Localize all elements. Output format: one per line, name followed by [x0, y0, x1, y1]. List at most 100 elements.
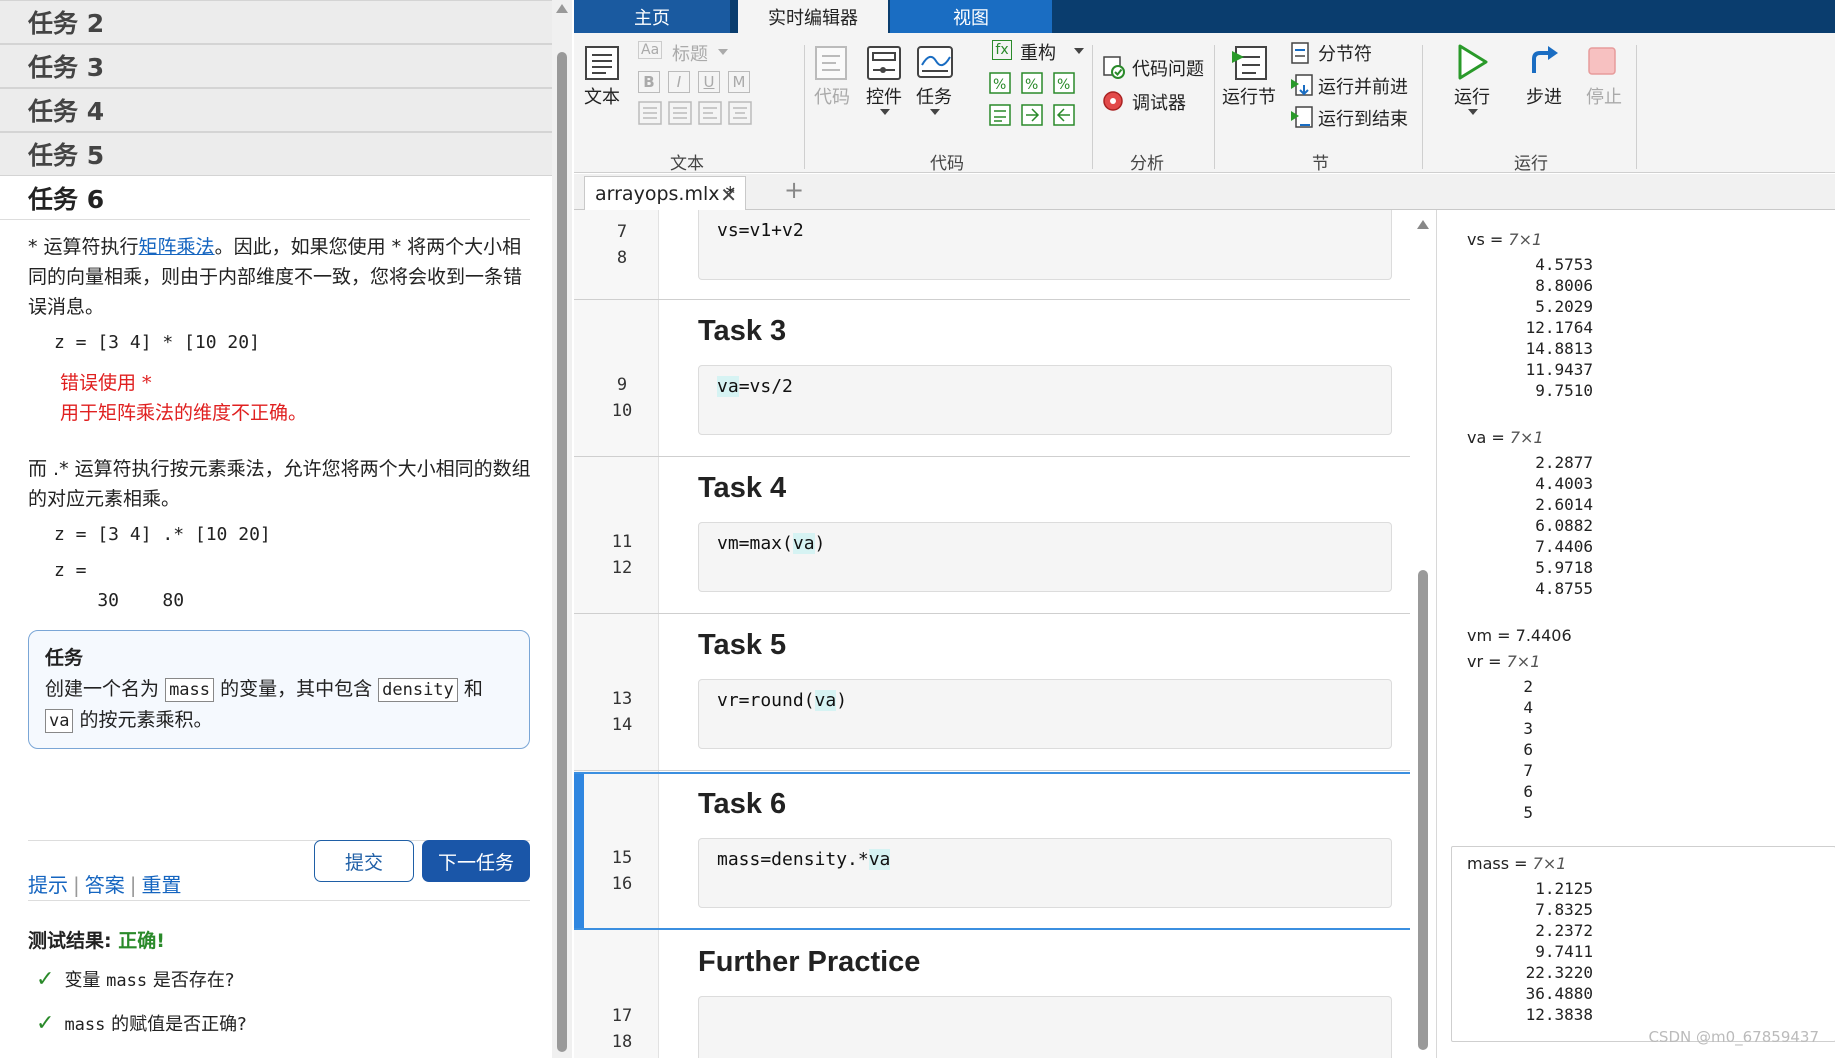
debugger-icon[interactable]: [1102, 89, 1126, 113]
task-header-3[interactable]: 任务 3: [0, 44, 552, 88]
tab-view[interactable]: 视图: [890, 0, 1052, 33]
hint-link[interactable]: 提示: [28, 873, 68, 897]
stop-button[interactable]: 停止: [1586, 83, 1622, 109]
chevron-down-icon[interactable]: [1074, 48, 1084, 54]
editor-scrollbar[interactable]: [1412, 210, 1434, 1058]
section-break-icon[interactable]: [1290, 41, 1312, 65]
task-box-title: 任务: [45, 647, 84, 669]
output-vr-value: 7: [1523, 761, 1533, 780]
run-advance-button[interactable]: 运行并前进: [1318, 73, 1408, 99]
left-scrollbar[interactable]: [552, 0, 572, 1058]
run-section-button[interactable]: 运行节: [1222, 83, 1276, 109]
output-vr-header: vr = 7×1: [1467, 652, 1541, 671]
bold-icon[interactable]: B: [638, 71, 660, 93]
code-block[interactable]: [698, 996, 1392, 1058]
task-text-2: 的变量，其中包含: [220, 678, 373, 700]
answer-link[interactable]: 答案: [85, 873, 125, 897]
divider: [28, 900, 530, 901]
ribbon-tabbar: 主页 实时编辑器 视图: [574, 0, 1835, 33]
code-issues-icon[interactable]: [1102, 55, 1126, 79]
run-to-end-icon[interactable]: [1290, 105, 1314, 129]
task-header-4[interactable]: 任务 4: [0, 88, 552, 132]
debugger-button[interactable]: 调试器: [1132, 89, 1186, 115]
heading-dropdown[interactable]: 标题: [672, 40, 708, 66]
code-block[interactable]: vr=round(va): [698, 679, 1392, 749]
section-block[interactable]: Task 5 13 14 vr=round(va): [574, 615, 1410, 771]
reset-link[interactable]: 重置: [142, 873, 182, 897]
refactor-icon[interactable]: fx: [992, 40, 1012, 60]
line-number: 7: [616, 222, 628, 242]
run-advance-icon[interactable]: [1290, 73, 1314, 97]
code-block[interactable]: vs=v1+v2: [698, 210, 1392, 280]
text-document-icon[interactable]: [584, 45, 620, 81]
code-example-3: z =: [54, 560, 87, 581]
task-text-3: 和: [463, 678, 483, 700]
scroll-thumb[interactable]: [557, 52, 567, 1052]
next-task-button[interactable]: 下一任务: [422, 840, 530, 882]
control-icon[interactable]: [866, 45, 902, 81]
code-issues-button[interactable]: 代码问题: [1132, 55, 1204, 81]
code-line[interactable]: vr=round(va): [717, 690, 847, 711]
code-line[interactable]: vm=max(va): [717, 533, 825, 554]
scroll-thumb[interactable]: [1418, 570, 1428, 1050]
text-button-label[interactable]: 文本: [584, 83, 620, 109]
output-vr-value: 4: [1523, 698, 1533, 717]
chevron-down-icon[interactable]: [1468, 109, 1478, 115]
line-number: 15: [611, 848, 633, 868]
task-header-5[interactable]: 任务 5: [0, 132, 552, 176]
step-icon[interactable]: [1526, 43, 1564, 81]
close-icon[interactable]: ✕: [720, 183, 737, 207]
stop-icon[interactable]: [1586, 45, 1618, 77]
section-block[interactable]: Task 3 9 10 va=vs/2: [574, 301, 1410, 457]
control-button-label[interactable]: 控件: [866, 83, 902, 109]
section-break-button[interactable]: 分节符: [1318, 40, 1372, 66]
paragraph-matrix-mult: * 运算符执行矩阵乘法。因此，如果您使用 * 将两个大小相同的向量相乘，则由于内…: [28, 232, 534, 322]
live-editor[interactable]: 7 8 vs=v1+v2 Task 3 9 10 va=vs/2 Task 4 …: [574, 210, 1412, 1058]
matrix-mult-link[interactable]: 矩阵乘法: [139, 236, 215, 258]
underline-icon[interactable]: U: [698, 71, 720, 93]
section-title[interactable]: Task 6: [698, 788, 786, 821]
chevron-down-icon: [718, 49, 728, 55]
code-icon[interactable]: [814, 45, 848, 81]
section-title[interactable]: Task 3: [698, 315, 786, 348]
code-line[interactable]: mass=density.*va: [717, 849, 891, 870]
monospace-icon[interactable]: M: [728, 71, 750, 93]
section-block-active[interactable]: Task 6 15 16 mass=density.*va: [574, 772, 1410, 930]
submit-button[interactable]: 提交: [314, 840, 414, 882]
section-title[interactable]: Task 4: [698, 472, 786, 505]
add-tab-icon[interactable]: +: [784, 176, 804, 204]
tab-live-editor[interactable]: 实时编辑器: [738, 0, 888, 33]
code-line[interactable]: va=vs/2: [717, 376, 793, 397]
chevron-down-icon[interactable]: [930, 109, 940, 115]
code-block[interactable]: va=vs/2: [698, 365, 1392, 435]
alignment-icons[interactable]: [638, 101, 758, 125]
step-button[interactable]: 步进: [1526, 83, 1562, 109]
output-va-value: 2.2877: [1535, 453, 1593, 472]
code-block[interactable]: mass=density.*va: [698, 838, 1392, 908]
code-block[interactable]: vm=max(va): [698, 522, 1392, 592]
line-number: 8: [616, 248, 628, 268]
scroll-up-arrow-icon[interactable]: [1417, 220, 1429, 229]
code-tool-icons[interactable]: % % %: [988, 71, 1078, 131]
chevron-down-icon[interactable]: [880, 109, 890, 115]
section-block[interactable]: 7 8 vs=v1+v2: [574, 210, 1410, 300]
section-title[interactable]: Further Practice: [698, 946, 920, 979]
refactor-button[interactable]: 重构: [1020, 39, 1056, 65]
tab-home[interactable]: 主页: [574, 0, 730, 33]
run-icon[interactable]: [1454, 43, 1490, 81]
section-block[interactable]: Task 4 11 12 vm=max(va): [574, 458, 1410, 614]
file-tab-arrayops[interactable]: arrayops.mlx * ✕: [584, 176, 746, 210]
task-button-label[interactable]: 任务: [916, 83, 952, 109]
task-header-2[interactable]: 任务 2: [0, 0, 552, 44]
run-to-end-button[interactable]: 运行到结束: [1318, 105, 1408, 131]
section-title[interactable]: Task 5: [698, 629, 786, 662]
code-button-label[interactable]: 代码: [814, 83, 850, 109]
svg-text:%: %: [993, 77, 1006, 93]
code-line[interactable]: vs=v1+v2: [717, 220, 804, 241]
run-button[interactable]: 运行: [1454, 83, 1490, 109]
run-section-icon[interactable]: [1230, 43, 1270, 83]
task-icon[interactable]: [916, 43, 954, 81]
scroll-up-arrow-icon[interactable]: [556, 4, 568, 13]
italic-icon[interactable]: I: [668, 71, 690, 93]
section-block[interactable]: Further Practice 17 18: [574, 932, 1410, 1058]
